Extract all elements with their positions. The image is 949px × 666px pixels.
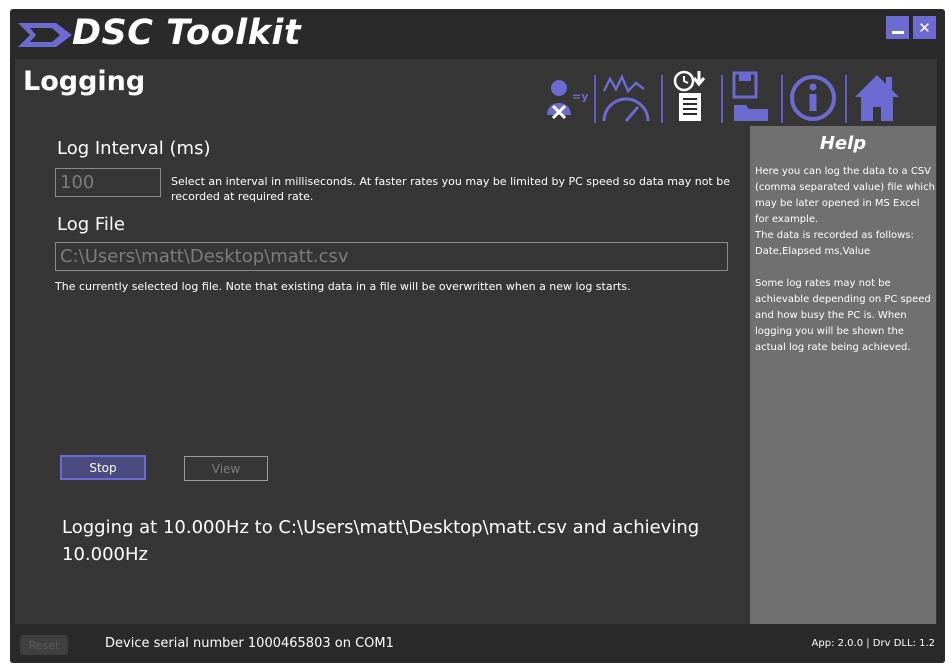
minimize-button[interactable] xyxy=(886,16,909,39)
save-open-icon[interactable] xyxy=(728,69,774,125)
toolbar-separator xyxy=(781,75,783,123)
log-interval-input[interactable] xyxy=(55,168,161,197)
logging-status-message: Logging at 10.000Hz to C:\Users\matt\Des… xyxy=(62,517,700,565)
status-bar: Reset Device serial number 1000465803 on… xyxy=(10,624,945,663)
stop-button[interactable]: Stop xyxy=(60,455,146,480)
info-icon[interactable] xyxy=(788,69,838,125)
calibration-icon[interactable]: =y xyxy=(542,69,588,125)
log-interval-label: Log Interval (ms) xyxy=(57,138,211,159)
log-file-input[interactable] xyxy=(55,242,728,271)
close-button[interactable]: ✕ xyxy=(913,16,936,39)
toolbar: =y xyxy=(540,69,940,129)
toolbar-separator xyxy=(721,75,723,123)
toolbar-separator xyxy=(661,75,663,123)
svg-text:=y: =y xyxy=(572,90,588,103)
log-interval-description: Select an interval in milliseconds. At f… xyxy=(171,175,730,203)
close-icon: ✕ xyxy=(918,18,931,37)
app-logo-icon xyxy=(18,23,72,47)
main-content: Logging =y Log Interval (ms) 100 Select … xyxy=(15,59,937,624)
version-info: App: 2.0.0 | Drv DLL: 1.2 xyxy=(811,638,935,649)
gauge-icon[interactable] xyxy=(600,69,654,125)
help-title: Help xyxy=(819,133,867,154)
minimize-icon xyxy=(891,31,904,34)
app-window: DSC Toolkit ✕ Logging =y Log Interval (m… xyxy=(10,9,945,663)
log-file-description: The currently selected log file. Note th… xyxy=(55,280,631,293)
toolbar-separator xyxy=(845,75,847,123)
help-text: Here you can log the data to a CSV (comm… xyxy=(755,166,935,353)
help-panel: Help Here you can log the data to a CSV … xyxy=(750,126,936,624)
title-bar: DSC Toolkit ✕ xyxy=(10,9,945,59)
device-status: Device serial number 1000465803 on COM1 xyxy=(105,636,394,651)
reset-button[interactable]: Reset xyxy=(20,635,68,655)
toolbar-separator xyxy=(594,75,596,123)
app-title: DSC Toolkit xyxy=(72,13,302,53)
home-icon[interactable] xyxy=(852,69,902,125)
log-file-label: Log File xyxy=(57,214,125,235)
view-button[interactable]: View xyxy=(184,456,268,481)
page-title: Logging xyxy=(23,66,146,97)
logging-icon[interactable] xyxy=(669,69,713,125)
